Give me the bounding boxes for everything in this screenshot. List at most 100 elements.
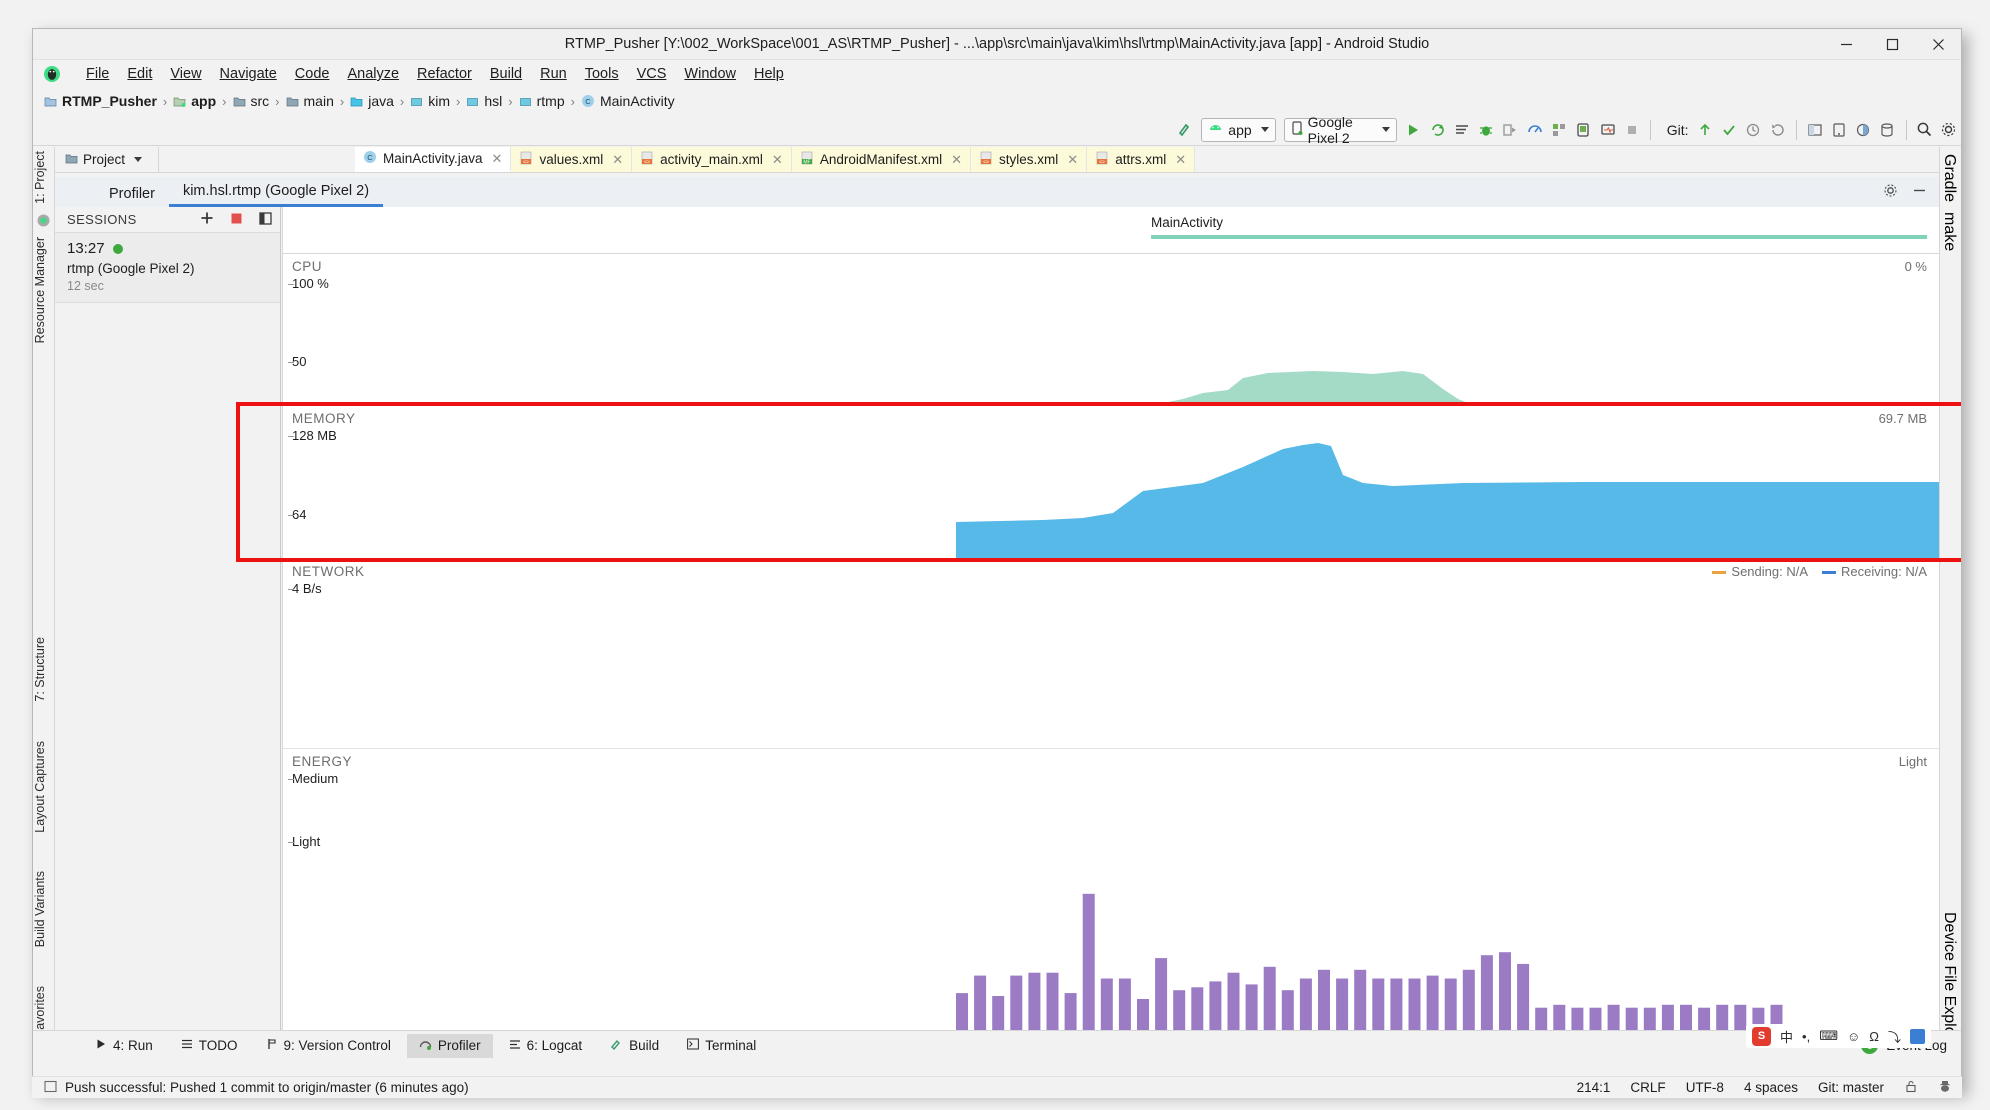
editor-tab-attrs[interactable]: <> attrs.xml ✕ [1087, 147, 1196, 172]
status-git-branch[interactable]: Git: master [1818, 1080, 1884, 1095]
vcs-history-icon[interactable] [1742, 117, 1764, 143]
bottom-item-version-control[interactable]: 9: Version Control [254, 1034, 403, 1057]
menu-view[interactable]: View [161, 63, 210, 85]
breadcrumb-item-main[interactable]: main [283, 93, 337, 109]
menu-edit[interactable]: Edit [118, 63, 161, 85]
ime-lang-toggle[interactable]: 中 [1780, 1027, 1793, 1046]
ime-toolbar[interactable]: S 中 •, ⌨ ☺ Ω ⤵ [1746, 1024, 1931, 1048]
menu-file[interactable]: File [77, 63, 118, 85]
breadcrumb-item-src[interactable]: src [230, 93, 273, 109]
stop-button[interactable] [1621, 117, 1643, 143]
search-icon[interactable] [1913, 117, 1935, 143]
sidebar-item-layout-captures[interactable]: Layout Captures [33, 737, 55, 837]
bottom-item-logcat[interactable]: 6: Logcat [497, 1034, 595, 1057]
tab-session-process[interactable]: kim.hsl.rtmp (Google Pixel 2) [168, 180, 384, 207]
project-tool-button[interactable]: Project [55, 147, 159, 172]
session-list-item[interactable]: 13:27 rtmp (Google Pixel 2) 12 sec [55, 232, 280, 303]
breadcrumb-item-app[interactable]: app [170, 93, 219, 109]
bottom-item-run[interactable]: 4: Run [83, 1034, 165, 1057]
menu-code[interactable]: Code [286, 63, 339, 85]
sdk-manager-icon[interactable] [1596, 117, 1618, 143]
ime-emoji-icon[interactable]: ☺ [1847, 1029, 1860, 1044]
menu-refactor[interactable]: Refactor [408, 63, 481, 85]
menu-vcs[interactable]: VCS [628, 63, 676, 85]
bottom-item-build[interactable]: Build [598, 1034, 671, 1058]
ime-punct-icon[interactable]: •, [1802, 1029, 1810, 1044]
breadcrumb-item-hsl[interactable]: hsl [463, 93, 505, 109]
profile-icon[interactable] [1524, 117, 1546, 143]
menu-run[interactable]: Run [531, 63, 576, 85]
menu-help[interactable]: Help [745, 63, 793, 85]
collapse-sessions-icon[interactable] [259, 211, 272, 228]
ime-panel-icon[interactable] [1910, 1028, 1925, 1044]
attach-debugger-icon[interactable] [1499, 117, 1521, 143]
status-indent[interactable]: 4 spaces [1744, 1080, 1798, 1095]
sidebar-item-make[interactable]: make [1940, 207, 1958, 256]
database-icon[interactable] [1876, 117, 1898, 143]
close-button[interactable] [1915, 29, 1961, 60]
memory-monitor[interactable]: MEMORY 69.7 MB 128 MB 64 [283, 406, 1939, 559]
vcs-commit-icon[interactable] [1718, 117, 1740, 143]
module-selector[interactable]: app [1201, 117, 1276, 142]
close-icon[interactable]: ✕ [492, 151, 503, 167]
run-button[interactable] [1402, 117, 1424, 143]
close-icon[interactable]: ✕ [951, 152, 962, 168]
close-icon[interactable]: ✕ [1067, 152, 1078, 168]
vcs-update-icon[interactable] [1694, 117, 1716, 143]
settings-gear-icon[interactable] [1883, 183, 1898, 203]
stop-session-icon[interactable] [230, 212, 243, 228]
cpu-monitor[interactable]: CPU 0 % 100 % 50 [283, 254, 1939, 406]
apply-changes-icon[interactable] [1426, 117, 1448, 143]
ime-keyboard-icon[interactable]: ⌨ [1819, 1028, 1838, 1044]
breadcrumb-item-java[interactable]: java [347, 93, 397, 109]
editor-tab-mainactivity[interactable]: C MainActivity.java ✕ [355, 147, 512, 172]
sync-project-icon[interactable] [1548, 117, 1570, 143]
ime-enter-icon[interactable]: ⤵ [1888, 1027, 1901, 1046]
menu-navigate[interactable]: Navigate [211, 63, 286, 85]
avd-manager-icon[interactable] [1572, 117, 1594, 143]
close-icon[interactable]: ✕ [1175, 152, 1186, 168]
breadcrumb-item-rtmp[interactable]: rtmp [516, 93, 568, 109]
maximize-button[interactable] [1869, 29, 1915, 60]
layout-inspector-icon[interactable] [1803, 117, 1825, 143]
event-timeline-monitor[interactable]: MainActivity [283, 207, 1939, 254]
sidebar-item-project[interactable]: 1: Project [33, 147, 55, 208]
debug-icon[interactable] [1475, 117, 1497, 143]
vcs-revert-icon[interactable] [1766, 117, 1788, 143]
ime-symbol-icon[interactable]: Ω [1869, 1029, 1879, 1044]
sidebar-item-gradle[interactable]: Gradle [1940, 149, 1958, 207]
editor-tab-androidmanifest[interactable]: MF AndroidManifest.xml ✕ [791, 147, 972, 172]
add-session-icon[interactable] [200, 211, 214, 228]
tab-profiler[interactable]: Profiler [95, 183, 169, 207]
sidebar-item-resource-manager[interactable]: Resource Manager [33, 233, 55, 347]
editor-tab-activity-main[interactable]: <> activity_main.xml ✕ [632, 147, 792, 172]
close-icon[interactable]: ✕ [612, 152, 623, 168]
network-monitor[interactable]: NETWORK Sending: N/A Receiving: N/A 4 B/… [283, 559, 1939, 749]
device-manager-icon[interactable] [1828, 117, 1850, 143]
device-selector[interactable]: Google Pixel 2 [1283, 114, 1398, 146]
close-icon[interactable]: ✕ [772, 152, 783, 168]
settings-gear-icon[interactable] [1938, 117, 1960, 143]
sogou-ime-logo-icon[interactable]: S [1752, 1026, 1772, 1046]
hide-panel-icon[interactable] [1912, 183, 1927, 203]
lock-icon[interactable] [1904, 1079, 1918, 1096]
breadcrumb-item-kim[interactable]: kim [407, 93, 453, 109]
energy-monitor[interactable]: ENERGY Light Medium Light [283, 749, 1939, 1060]
editor-tab-styles[interactable]: <> styles.xml ✕ [971, 147, 1088, 172]
editor-tab-values[interactable]: <> values.xml ✕ [511, 147, 633, 172]
menu-tools[interactable]: Tools [576, 63, 628, 85]
minimize-button[interactable] [1823, 29, 1869, 60]
bottom-item-profiler[interactable]: Profiler [406, 1033, 493, 1058]
breadcrumb-item-project[interactable]: RTMP_Pusher [41, 93, 160, 109]
hector-inspector-icon[interactable] [1938, 1079, 1952, 1096]
apply-code-changes-icon[interactable] [1451, 117, 1473, 143]
theme-editor-icon[interactable] [1852, 117, 1874, 143]
status-line-separator[interactable]: CRLF [1630, 1080, 1665, 1095]
menu-window[interactable]: Window [675, 63, 745, 85]
sidebar-item-structure[interactable]: 7: Structure [33, 633, 55, 706]
status-encoding[interactable]: UTF-8 [1686, 1080, 1724, 1095]
breadcrumb-item-mainactivity[interactable]: C MainActivity [578, 93, 678, 109]
bottom-item-terminal[interactable]: Terminal [675, 1034, 768, 1057]
bottom-item-todo[interactable]: TODO [169, 1034, 250, 1057]
make-project-icon[interactable] [1174, 117, 1196, 143]
